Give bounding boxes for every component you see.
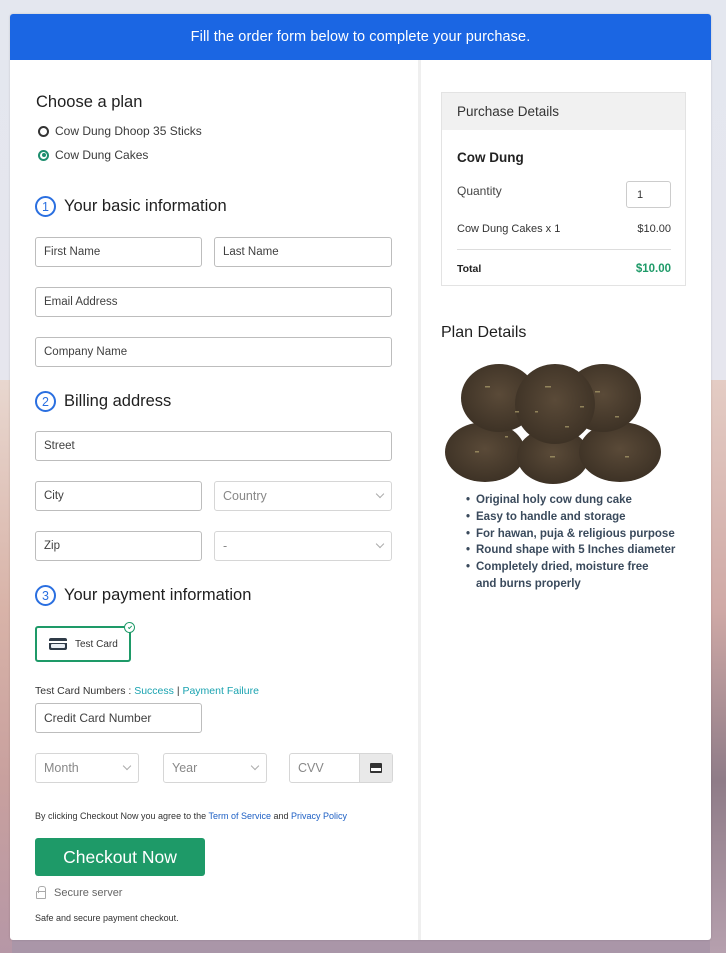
test-numbers-label: Test Card Numbers : [35, 685, 132, 697]
section-title: Billing address [64, 392, 172, 410]
cvv-placeholder: CVV [298, 761, 324, 775]
section-title: Your basic information [64, 197, 227, 215]
card-icon [370, 763, 382, 773]
agree-prefix: By clicking Checkout Now you agree to th… [35, 811, 207, 821]
product-image [445, 364, 661, 484]
email-input[interactable]: Email Address [35, 287, 392, 317]
credit-card-number-input[interactable]: Credit Card Number [35, 703, 202, 733]
chevron-down-icon [375, 489, 385, 499]
checkout-page: Fill the order form below to complete yo… [10, 14, 711, 940]
link-separator: | [176, 685, 180, 697]
agreement-text: By clicking Checkout Now you agree to th… [35, 811, 347, 821]
billing-heading: 2 Billing address [35, 391, 171, 412]
product-name: Cow Dung [457, 150, 524, 165]
payment-method-label: Test Card [75, 638, 118, 650]
plan-option-cakes[interactable]: Cow Dung Cakes [38, 148, 148, 162]
test-card-option[interactable]: Test Card [35, 622, 135, 662]
city-input[interactable]: City [35, 481, 202, 511]
summary-divider [457, 249, 671, 250]
payment-heading: 3 Your payment information [35, 585, 251, 606]
purchase-details-heading: Purchase Details [442, 93, 685, 130]
chevron-down-icon [250, 761, 260, 771]
plan-option-dhoop[interactable]: Cow Dung Dhoop 35 Sticks [38, 124, 202, 138]
cvv-card-button[interactable] [359, 754, 392, 782]
company-input[interactable]: Company Name [35, 337, 392, 367]
lock-icon [36, 886, 46, 899]
year-select[interactable]: Year [163, 753, 267, 783]
last-name-input[interactable]: Last Name [214, 237, 392, 267]
purchase-details-box: Purchase Details Cow Dung Quantity 1 Cow… [441, 92, 686, 286]
step-number-icon: 1 [35, 196, 56, 217]
terms-link[interactable]: Term of Service [208, 811, 271, 821]
column-divider [418, 60, 421, 940]
basic-info-heading: 1 Your basic information [35, 196, 227, 217]
step-number-icon: 3 [35, 585, 56, 606]
step-number-icon: 2 [35, 391, 56, 412]
credit-card-icon [49, 638, 67, 650]
street-input[interactable]: Street [35, 431, 392, 461]
quantity-label: Quantity [457, 184, 502, 198]
feature-item: Original holy cow dung cake [466, 492, 675, 509]
first-name-input[interactable]: First Name [35, 237, 202, 267]
radio-checked[interactable] [38, 149, 49, 161]
choose-plan-heading: Choose a plan [36, 93, 143, 111]
chevron-down-icon [375, 539, 385, 549]
plan-details-heading: Plan Details [441, 324, 527, 341]
payment-failure-link[interactable]: Payment Failure [182, 685, 258, 697]
line-item-price: $10.00 [637, 223, 671, 235]
feature-item: Round shape with 5 Inches diameter [466, 542, 675, 559]
plan-option-label: Cow Dung Dhoop 35 Sticks [55, 124, 202, 138]
top-banner: Fill the order form below to complete yo… [10, 14, 711, 60]
cvv-input[interactable]: CVV [289, 753, 393, 783]
year-value: Year [172, 761, 198, 775]
checkout-now-button[interactable]: Checkout Now [35, 838, 205, 876]
total-label: Total [457, 263, 482, 275]
success-link[interactable]: Success [134, 685, 174, 697]
month-value: Month [44, 761, 79, 775]
chevron-down-icon [122, 761, 132, 771]
total-row: Total $10.00 [457, 263, 671, 275]
state-select[interactable]: - [214, 531, 392, 561]
agree-and: and [273, 811, 289, 821]
check-circle-icon [124, 622, 135, 633]
country-select[interactable]: Country [214, 481, 392, 511]
safe-checkout-text: Safe and secure payment checkout. [35, 913, 179, 923]
background-right [710, 380, 726, 953]
secure-server: Secure server [35, 886, 123, 899]
feature-item: Easy to handle and storage [466, 509, 675, 526]
plan-option-label: Cow Dung Cakes [55, 148, 149, 162]
plan-features-list: Original holy cow dung cake Easy to hand… [466, 492, 675, 593]
feature-item: Completely dried, moisture free and burn… [466, 559, 671, 593]
total-amount: $10.00 [635, 263, 671, 275]
line-item: Cow Dung Cakes x 1 $10.00 [457, 223, 671, 235]
secure-server-label: Secure server [54, 887, 123, 899]
state-value: - [223, 539, 228, 553]
section-title: Your payment information [64, 586, 252, 604]
quantity-input[interactable]: 1 [626, 181, 671, 208]
line-item-label: Cow Dung Cakes x 1 [457, 223, 561, 235]
privacy-link[interactable]: Privacy Policy [291, 811, 347, 821]
month-select[interactable]: Month [35, 753, 139, 783]
feature-item: For hawan, puja & religious purpose [466, 526, 675, 543]
radio-unchecked[interactable] [38, 125, 49, 137]
test-card-numbers: Test Card Numbers : Success | Payment Fa… [35, 685, 259, 697]
country-value: Country [223, 489, 267, 503]
zip-input[interactable]: Zip [35, 531, 202, 561]
